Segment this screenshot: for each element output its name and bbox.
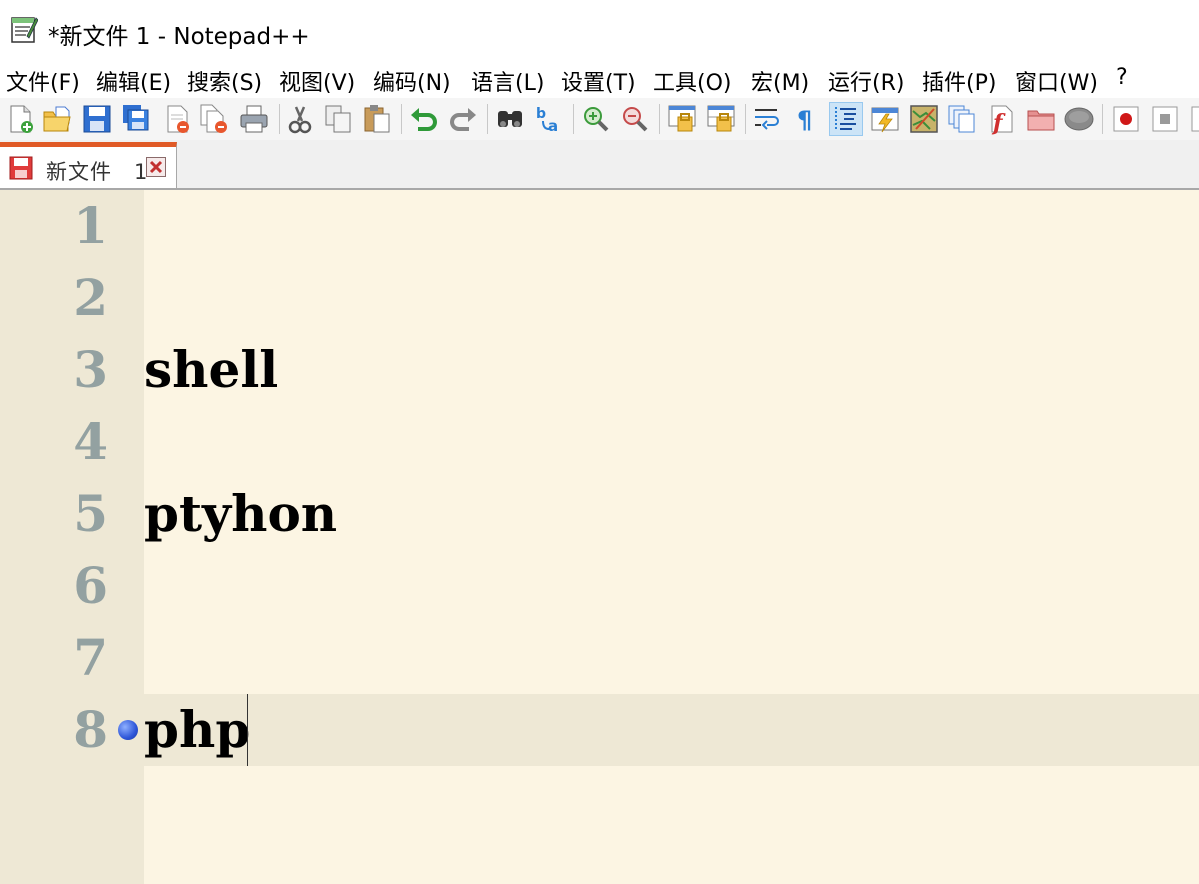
folder-workspace-icon[interactable] bbox=[1025, 103, 1057, 135]
menu-run[interactable]: 运行(R) bbox=[828, 65, 904, 97]
code-line[interactable]: shell bbox=[144, 334, 278, 406]
zoom-out-icon[interactable] bbox=[619, 103, 651, 135]
show-all-chars-icon[interactable]: ¶ bbox=[790, 103, 822, 135]
title-bar: *新文件 1 - Notepad++ bbox=[0, 0, 1199, 62]
toolbar-separator bbox=[487, 104, 488, 134]
toolbar-separator bbox=[659, 104, 660, 134]
text-caret bbox=[247, 694, 248, 766]
bookmark-icon[interactable] bbox=[118, 720, 138, 740]
close-all-icon[interactable] bbox=[198, 103, 230, 135]
menu-tools[interactable]: 工具(O) bbox=[653, 65, 731, 97]
current-line-highlight bbox=[144, 694, 1199, 766]
window-title: *新文件 1 - Notepad++ bbox=[48, 24, 310, 50]
menu-file[interactable]: 文件(F) bbox=[6, 65, 80, 97]
new-file-icon[interactable] bbox=[4, 103, 36, 135]
menu-view[interactable]: 视图(V) bbox=[279, 65, 355, 97]
redo-icon[interactable] bbox=[447, 103, 479, 135]
menu-window[interactable]: 窗口(W) bbox=[1015, 65, 1098, 97]
sync-vertical-icon[interactable] bbox=[666, 103, 698, 135]
toolbar-separator bbox=[401, 104, 402, 134]
line-number: 6 bbox=[73, 556, 108, 615]
toolbar-separator bbox=[573, 104, 574, 134]
menu-plugins[interactable]: 插件(P) bbox=[922, 65, 996, 97]
undo-icon[interactable] bbox=[408, 103, 440, 135]
line-number: 3 bbox=[73, 340, 108, 399]
line-number: 7 bbox=[73, 628, 108, 687]
cut-icon[interactable] bbox=[284, 103, 316, 135]
tab-strip: 新文件 1 bbox=[0, 140, 1199, 190]
menu-search[interactable]: 搜索(S) bbox=[187, 65, 262, 97]
svg-text:a: a bbox=[548, 117, 558, 135]
code-line[interactable]: php bbox=[144, 694, 250, 766]
document-list-icon[interactable] bbox=[946, 103, 978, 135]
word-wrap-icon[interactable] bbox=[752, 103, 784, 135]
paste-icon[interactable] bbox=[361, 103, 393, 135]
unsaved-file-icon bbox=[9, 156, 33, 180]
toolbar: ba ¶ f bbox=[0, 98, 1199, 141]
toolbar-separator bbox=[1102, 104, 1103, 134]
menu-settings[interactable]: 设置(T) bbox=[561, 65, 636, 97]
copy-icon[interactable] bbox=[322, 103, 354, 135]
menu-macro[interactable]: 宏(M) bbox=[751, 65, 809, 97]
menu-bar: 文件(F) 编辑(E) 搜索(S) 视图(V) 编码(N) 语言(L) 设置(T… bbox=[0, 62, 1199, 98]
toolbar-separator bbox=[745, 104, 746, 134]
tab-close-icon[interactable] bbox=[146, 157, 166, 177]
editor[interactable]: 1 2 3 4 5 6 7 8 shell ptyhon php bbox=[0, 190, 1199, 884]
code-line[interactable]: ptyhon bbox=[144, 478, 337, 550]
menu-edit[interactable]: 编辑(E) bbox=[96, 65, 171, 97]
notepad-plus-plus-icon bbox=[11, 17, 38, 43]
svg-text:¶: ¶ bbox=[797, 106, 812, 134]
function-list-icon[interactable]: f bbox=[985, 103, 1017, 135]
line-number: 5 bbox=[73, 484, 108, 543]
stop-record-icon[interactable] bbox=[1149, 103, 1181, 135]
print-icon[interactable] bbox=[238, 103, 270, 135]
menu-encoding[interactable]: 编码(N) bbox=[373, 65, 451, 97]
open-file-icon[interactable] bbox=[41, 103, 73, 135]
save-icon[interactable] bbox=[81, 103, 113, 135]
save-all-icon[interactable] bbox=[121, 103, 153, 135]
menu-help[interactable]: ? bbox=[1116, 65, 1128, 90]
toolbar-separator bbox=[279, 104, 280, 134]
sync-horizontal-icon[interactable] bbox=[705, 103, 737, 135]
tab-new-file-1[interactable]: 新文件 1 bbox=[0, 142, 177, 188]
replace-icon[interactable]: ba bbox=[533, 103, 565, 135]
close-icon[interactable] bbox=[161, 103, 193, 135]
tab-label: 新文件 1 bbox=[46, 160, 149, 184]
find-icon[interactable] bbox=[494, 103, 526, 135]
document-map-icon[interactable] bbox=[908, 103, 940, 135]
indent-guide-icon[interactable] bbox=[829, 102, 863, 136]
playback-macro-icon[interactable] bbox=[1188, 103, 1199, 135]
record-macro-icon[interactable] bbox=[1110, 103, 1142, 135]
menu-language[interactable]: 语言(L) bbox=[471, 65, 544, 97]
user-language-icon[interactable] bbox=[869, 103, 901, 135]
line-number: 8 bbox=[73, 700, 108, 759]
line-number: 4 bbox=[73, 412, 108, 471]
svg-text:b: b bbox=[536, 106, 546, 122]
monitoring-icon[interactable] bbox=[1063, 103, 1095, 135]
line-number: 1 bbox=[73, 196, 108, 255]
line-number: 2 bbox=[73, 268, 108, 327]
zoom-in-icon[interactable] bbox=[580, 103, 612, 135]
